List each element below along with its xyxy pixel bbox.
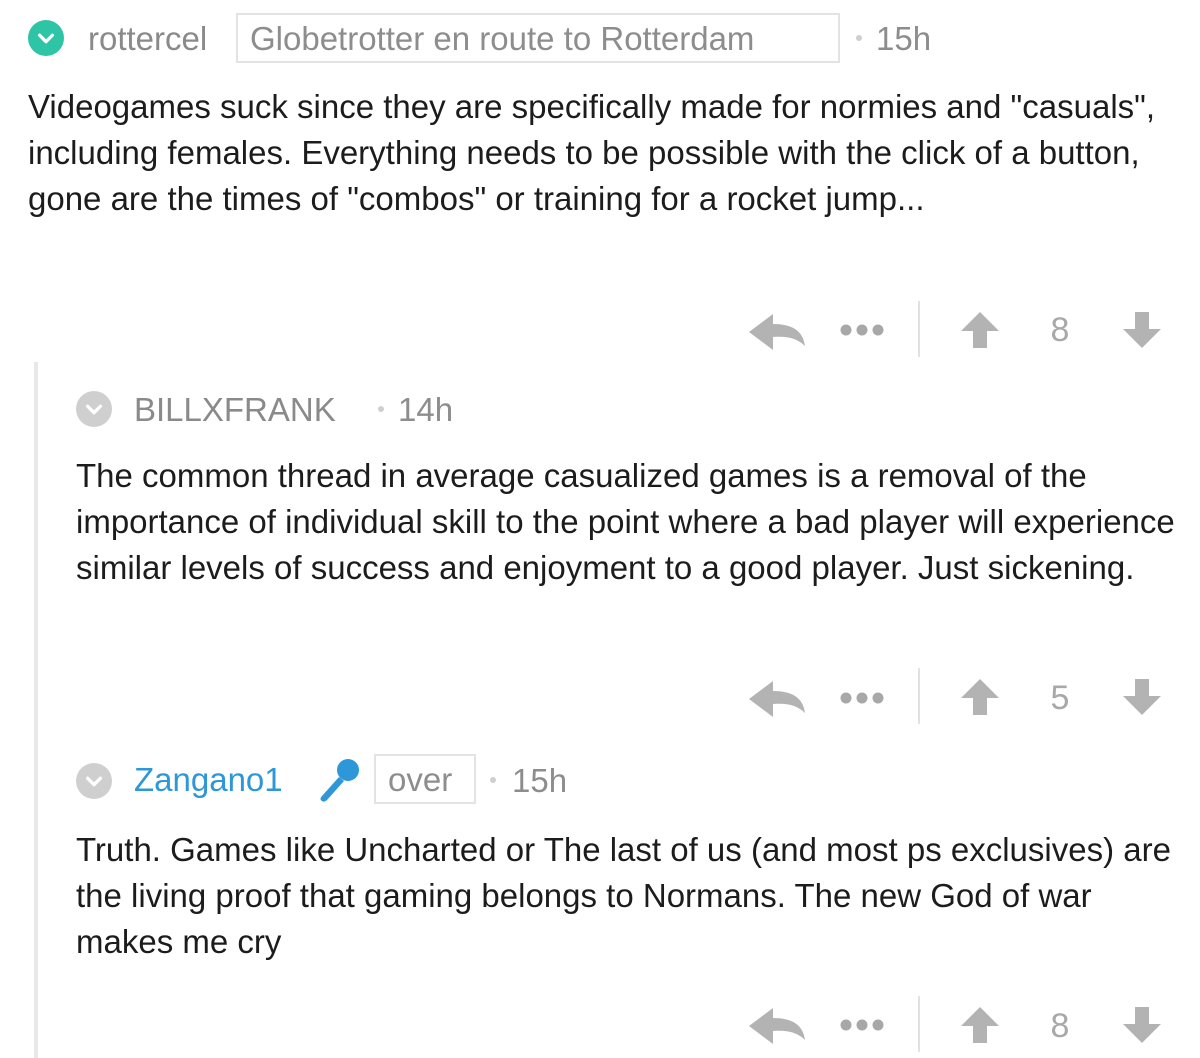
vote-score: 8 xyxy=(1050,1007,1070,1045)
downvote-button[interactable] xyxy=(1120,308,1164,352)
separator-dot xyxy=(490,777,496,783)
comment-author[interactable]: BILLXFRANK xyxy=(134,393,336,426)
upvote-icon xyxy=(961,312,999,348)
more-button[interactable] xyxy=(836,318,888,342)
more-icon xyxy=(840,692,884,704)
chevron-down-icon xyxy=(85,404,103,415)
upvote-icon xyxy=(961,679,999,715)
user-flair: over xyxy=(374,754,476,804)
comment-timestamp: 15h xyxy=(512,762,568,799)
comment-body: Videogames suck since they are specifica… xyxy=(28,88,1156,217)
vote-score: 8 xyxy=(1050,311,1070,349)
chevron-down-icon xyxy=(37,33,55,44)
microphone-icon xyxy=(312,756,362,806)
upvote-button[interactable] xyxy=(958,308,1002,352)
thread-line[interactable] xyxy=(34,362,38,1058)
vote-score: 5 xyxy=(1050,679,1070,717)
separator-dot xyxy=(378,406,384,412)
user-flair: Globetrotter en route to Rotterdam xyxy=(236,13,840,63)
collapse-toggle[interactable] xyxy=(76,763,112,799)
upvote-button[interactable] xyxy=(958,675,1002,719)
more-button[interactable] xyxy=(836,1013,888,1037)
comment-timestamp: 14h xyxy=(398,391,454,428)
reply-button[interactable] xyxy=(744,677,810,721)
upvote-icon xyxy=(961,1007,999,1043)
comment-author[interactable]: rottercel xyxy=(88,22,207,55)
downvote-button[interactable] xyxy=(1120,675,1164,719)
comment-body: The common thread in average casualized … xyxy=(76,457,1175,586)
collapse-toggle[interactable] xyxy=(28,20,64,56)
reply-icon xyxy=(749,314,805,350)
downvote-icon xyxy=(1123,679,1161,715)
more-icon xyxy=(840,1019,884,1031)
separator-dot xyxy=(856,35,862,41)
action-divider xyxy=(918,996,920,1052)
reply-icon xyxy=(749,1008,805,1044)
downvote-icon xyxy=(1123,1007,1161,1043)
comment-timestamp: 15h xyxy=(876,20,932,57)
collapse-toggle[interactable] xyxy=(76,391,112,427)
comment-author[interactable]: Zangano1 xyxy=(134,763,283,796)
downvote-button[interactable] xyxy=(1120,1003,1164,1047)
upvote-button[interactable] xyxy=(958,1003,1002,1047)
action-divider xyxy=(918,668,920,724)
chevron-down-icon xyxy=(85,776,103,787)
reply-button[interactable] xyxy=(744,310,810,354)
more-button[interactable] xyxy=(836,686,888,710)
reply-icon xyxy=(749,681,805,717)
downvote-icon xyxy=(1123,312,1161,348)
action-divider xyxy=(918,301,920,357)
comment-body: Truth. Games like Uncharted or The last … xyxy=(76,831,1171,960)
more-icon xyxy=(840,324,884,336)
reply-button[interactable] xyxy=(744,1004,810,1048)
